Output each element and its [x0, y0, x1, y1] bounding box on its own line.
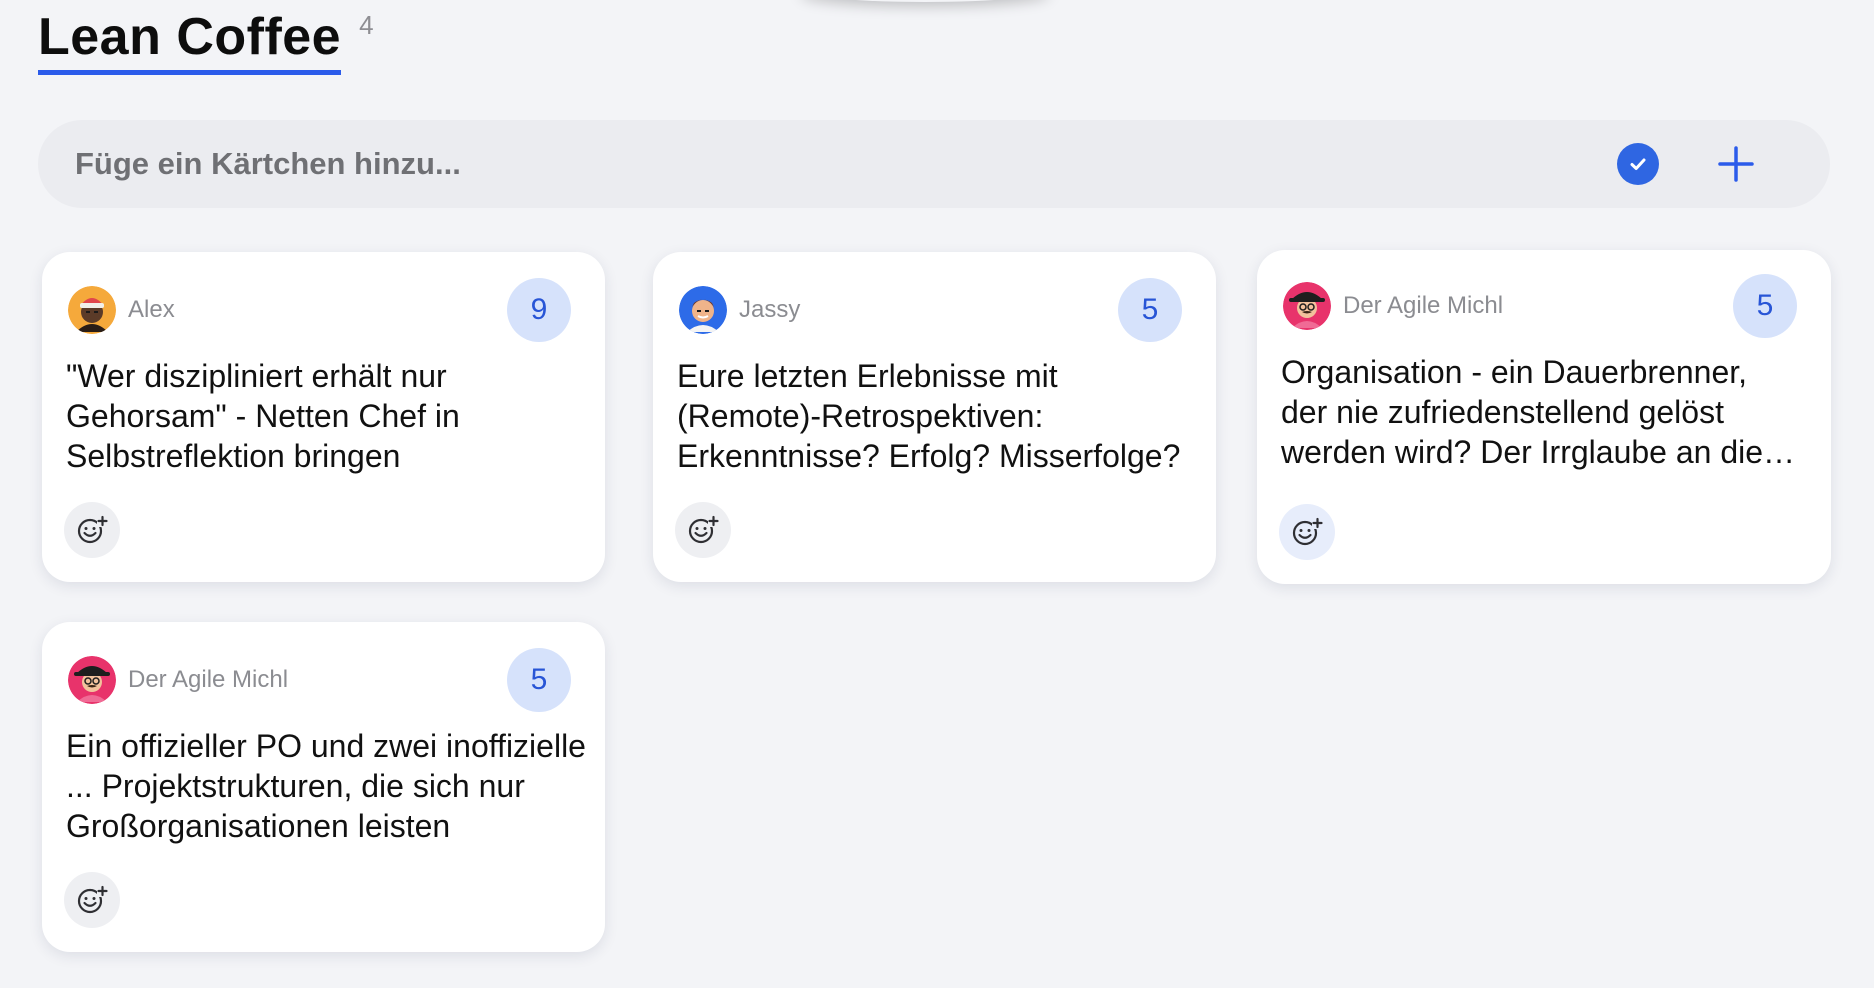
card-author: Alex — [128, 296, 175, 323]
card-author: Der Agile Michl — [1343, 292, 1504, 319]
vote-badge[interactable]: 5 — [1118, 278, 1182, 342]
vote-badge[interactable]: 9 — [507, 278, 571, 342]
add-emoji-icon — [1292, 517, 1324, 546]
topic-card[interactable]: Jassy 5 Eure letzten Erlebnisse mit (Rem… — [653, 252, 1216, 582]
board-header: Lean Coffee 4 — [38, 6, 374, 75]
card-header: Alex 9 — [68, 278, 571, 342]
check-icon — [1630, 158, 1646, 170]
avatar-michl-icon — [68, 656, 116, 704]
add-reaction-button[interactable] — [1279, 504, 1335, 560]
add-emoji-icon — [688, 515, 720, 544]
card-header: Der Agile Michl 5 — [1283, 274, 1797, 338]
avatar — [68, 656, 116, 704]
card-author: Jassy — [739, 296, 801, 323]
topic-card[interactable]: Alex 9 "Wer diszipliniert erhält nur Geh… — [42, 252, 605, 582]
avatar — [68, 286, 116, 334]
add-reaction-button[interactable] — [64, 872, 120, 928]
avatar-jassy-icon — [679, 286, 727, 334]
avatar — [679, 286, 727, 334]
avatar-alex-icon — [68, 286, 116, 334]
add-emoji-icon — [77, 885, 109, 914]
card-text: "Wer diszipliniert erhält nur Gehorsam" … — [66, 358, 460, 474]
floating-toolbar-shadow — [800, 0, 1050, 2]
card-author: Der Agile Michl — [128, 666, 289, 693]
topic-card[interactable]: Der Agile Michl 5 Organisation - ein Dau… — [1257, 250, 1831, 584]
add-emoji-icon — [77, 515, 109, 544]
plus-icon — [1718, 146, 1754, 182]
page-title: Lean Coffee — [38, 6, 342, 75]
card-text: Eure letzten Erlebnisse mit (Remote)-Ret… — [677, 358, 1181, 474]
card-header: Jassy 5 — [679, 278, 1182, 342]
card-text: Organisation - ein Dauerbrenner, der nie… — [1281, 354, 1764, 470]
vote-badge[interactable]: 5 — [1733, 274, 1797, 338]
confirm-button[interactable] — [1617, 143, 1659, 185]
avatar-michl-icon — [1283, 282, 1331, 330]
topic-card[interactable]: Der Agile Michl 5 Ein offizieller PO und… — [42, 622, 605, 952]
add-card-input[interactable] — [38, 120, 1617, 208]
add-card-bar — [38, 120, 1830, 208]
card-count: 4 — [359, 10, 374, 40]
add-reaction-button[interactable] — [64, 502, 120, 558]
add-card-button[interactable] — [1714, 142, 1758, 186]
add-reaction-button[interactable] — [675, 502, 731, 558]
card-header: Der Agile Michl 5 — [68, 648, 571, 712]
vote-badge[interactable]: 5 — [507, 648, 571, 712]
card-text: Ein offizieller PO und zwei inoffizielle… — [66, 728, 586, 844]
avatar — [1283, 282, 1331, 330]
